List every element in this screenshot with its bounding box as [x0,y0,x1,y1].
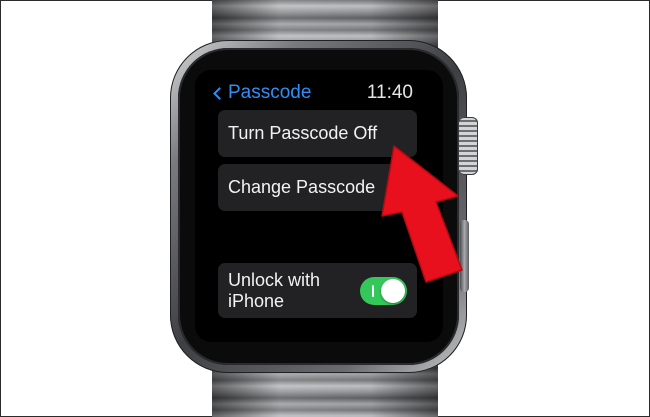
red-arrow-icon [381,145,463,283]
back-label: Passcode [228,82,312,103]
chevron-left-icon [213,87,226,100]
toggle-on-mark [372,284,374,297]
arrow-shape [381,145,463,283]
clock: 11:40 [366,82,413,103]
status-bar: Passcode 11:40 [195,70,443,104]
back-button[interactable]: Passcode [213,82,312,104]
unlock-with-iphone-label: Unlock with iPhone [228,269,321,311]
turn-passcode-off-label: Turn Passcode Off [228,123,378,143]
change-passcode-label: Change Passcode [228,177,376,197]
